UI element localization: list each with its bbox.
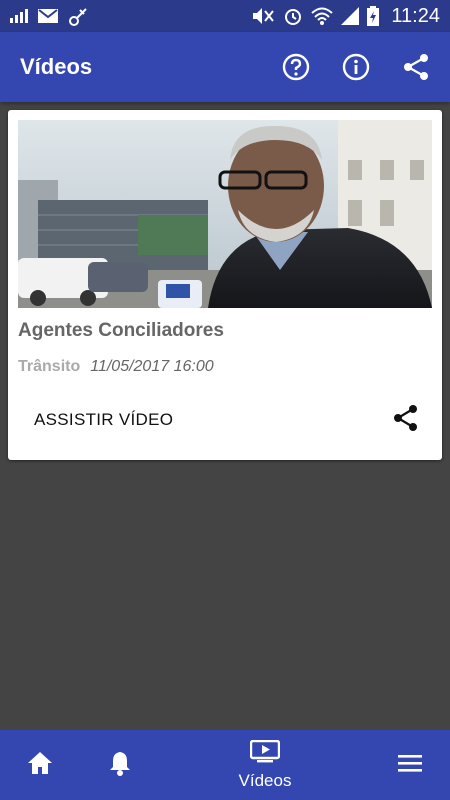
bell-icon bbox=[108, 750, 132, 781]
nav-label-videos: Vídeos bbox=[238, 770, 292, 790]
video-category: Trânsito bbox=[18, 358, 81, 375]
mute-icon bbox=[251, 7, 275, 25]
watch-video-button[interactable]: ASSISTIR VÍDEO bbox=[24, 406, 183, 434]
video-icon bbox=[249, 739, 281, 769]
bottom-nav: Vídeos bbox=[0, 730, 450, 800]
nav-item-notifications[interactable] bbox=[98, 730, 142, 800]
video-card[interactable]: Agentes Conciliadores Trânsito 11/05/201… bbox=[8, 110, 442, 460]
menu-icon bbox=[398, 753, 422, 778]
video-title: Agentes Conciliadores bbox=[18, 320, 224, 341]
video-thumbnail[interactable] bbox=[18, 120, 432, 308]
nav-item-videos[interactable]: Vídeos bbox=[226, 730, 304, 800]
home-icon bbox=[27, 751, 53, 780]
info-icon[interactable] bbox=[342, 53, 370, 81]
signal-bars-icon bbox=[10, 9, 28, 23]
mail-icon bbox=[38, 9, 58, 23]
wifi-icon bbox=[311, 7, 334, 25]
battery-charging-icon bbox=[367, 6, 380, 26]
app-bar: Vídeos bbox=[0, 32, 450, 102]
share-icon[interactable] bbox=[392, 404, 420, 432]
nav-item-home[interactable] bbox=[18, 730, 62, 800]
page-title: Vídeos bbox=[20, 54, 93, 79]
status-left bbox=[10, 6, 88, 26]
cell-signal-icon bbox=[341, 7, 360, 25]
video-datetime: 11/05/2017 16:00 bbox=[90, 358, 214, 375]
usb-icon bbox=[68, 6, 88, 26]
help-icon[interactable] bbox=[282, 53, 310, 81]
alarm-icon bbox=[283, 6, 303, 26]
nav-item-menu[interactable] bbox=[388, 730, 432, 800]
status-time: 11:24 bbox=[391, 4, 440, 27]
share-icon[interactable] bbox=[402, 53, 430, 81]
video-meta: Trânsito 11/05/2017 16:00 bbox=[18, 358, 214, 376]
app-actions bbox=[282, 53, 430, 81]
status-bar: 11:24 bbox=[0, 0, 450, 32]
status-right: 11:24 bbox=[251, 5, 440, 28]
